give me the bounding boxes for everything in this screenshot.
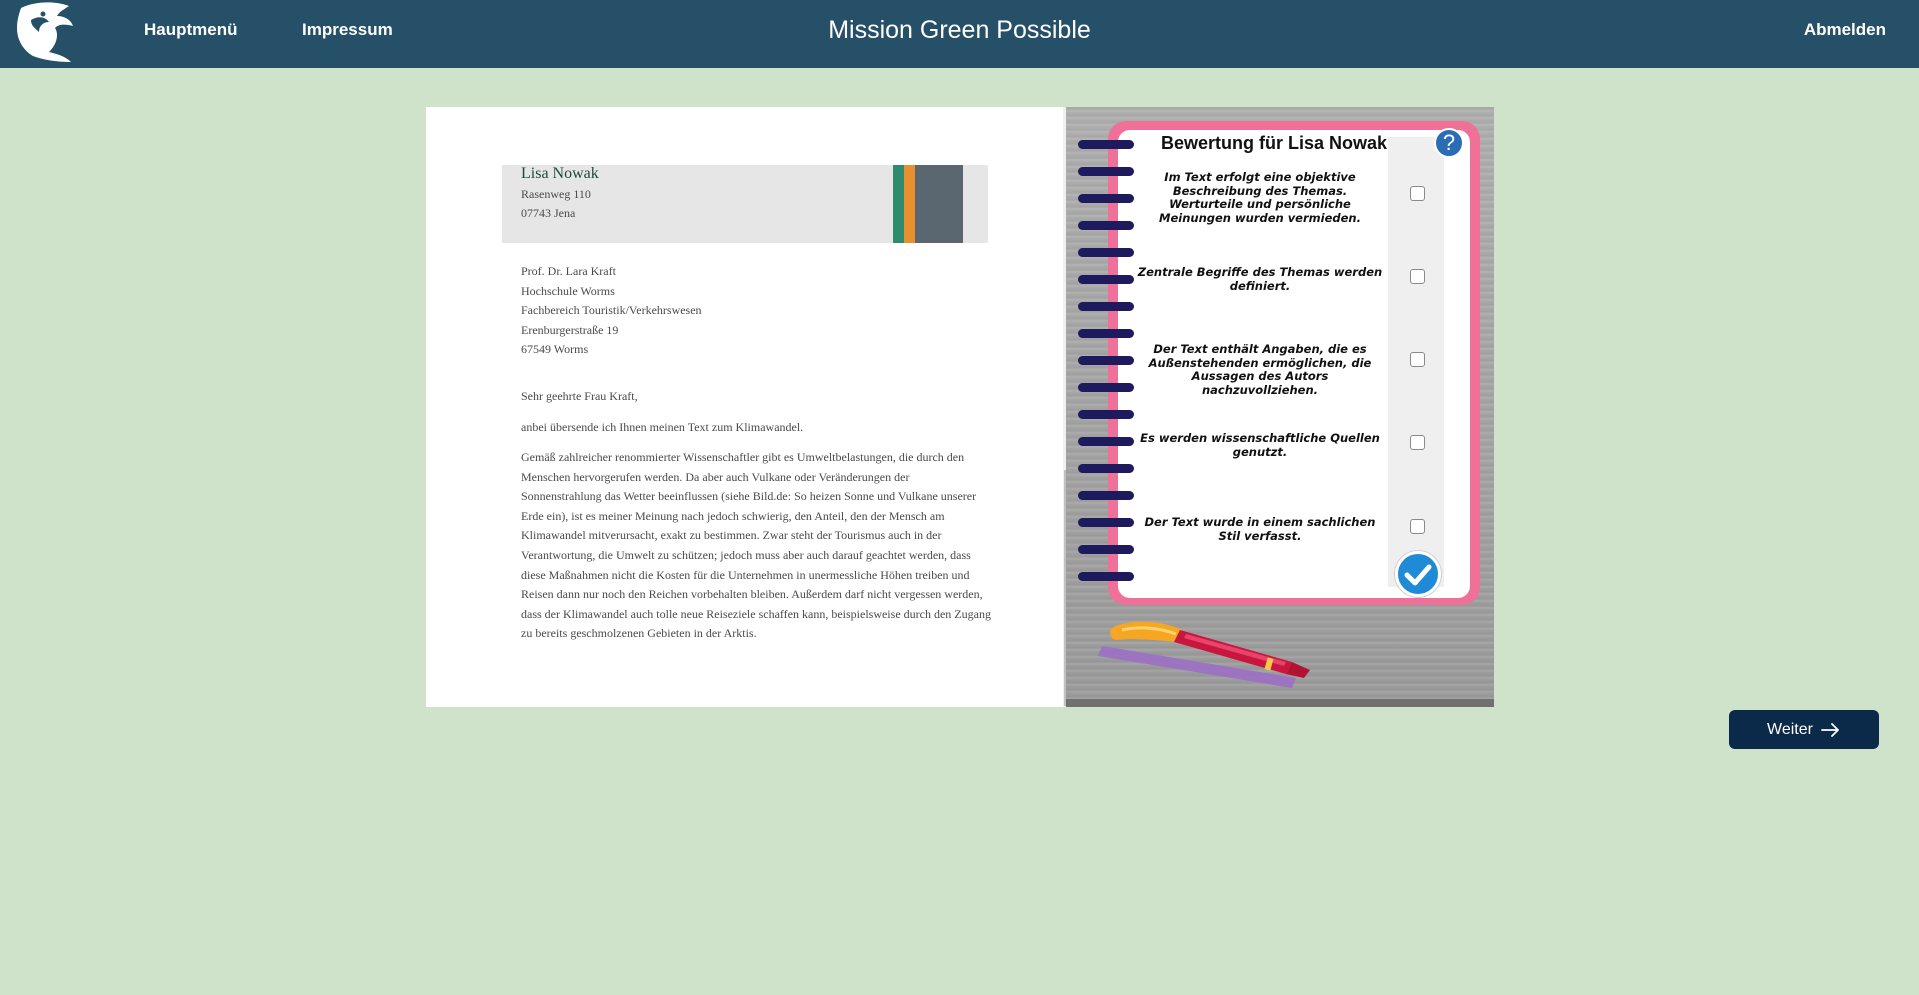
submit-check-button[interactable] (1395, 551, 1441, 597)
spiral-ring (1078, 356, 1134, 365)
criterion-3-text: Der Text enthält Angaben, die es Außenst… (1148, 342, 1372, 397)
evaluation-panel: Bewertung für Lisa Nowak ? Im Text erfol… (1066, 107, 1494, 707)
recipient-institution: Hochschule Worms (521, 283, 615, 298)
criterion-4-checkbox[interactable] (1410, 435, 1425, 450)
sender-city: 07743 Jena (521, 206, 576, 220)
recipient-city: 67549 Worms (521, 342, 589, 356)
sender-street: Rasenweg 110 (521, 187, 591, 201)
letter-panel: Lisa Nowak Rasenweg 110 07743 Jena Prof.… (426, 107, 1066, 707)
criterion-5-checkbox[interactable] (1410, 519, 1425, 534)
spiral-ring (1078, 410, 1134, 419)
spiral-ring (1078, 518, 1134, 527)
spiral-ring (1078, 383, 1134, 392)
criterion-5-text: Der Text wurde in einem sachlichen Stil … (1144, 515, 1376, 543)
spiral-ring (1078, 194, 1134, 203)
check-icon (1404, 564, 1432, 586)
arrow-right-icon (1821, 722, 1839, 737)
navbar: Hauptmenü Impressum Mission Green Possib… (0, 0, 1919, 68)
spiral-ring (1078, 545, 1134, 554)
criterion-1-text: Im Text erfolgt eine objektive Beschreib… (1159, 170, 1361, 225)
spiral-ring (1078, 572, 1134, 581)
evaluation-title: Bewertung für Lisa Nowak (1160, 133, 1388, 153)
criterion-2-checkbox[interactable] (1410, 269, 1425, 284)
decor-stripe-orange (904, 165, 915, 243)
sender-name: Lisa Nowak (521, 165, 599, 182)
criterion-3-checkbox[interactable] (1410, 352, 1425, 367)
spiral-ring (1078, 248, 1134, 257)
spiral-ring (1078, 464, 1134, 473)
recipient-department: Fachbereich Touristik/Verkehrswesen (521, 303, 702, 317)
letter-body: Gemäß zahlreicher renommierter Wissensch… (521, 450, 991, 641)
spiral-ring (1078, 221, 1134, 230)
criterion-4-text: Es werden wissenschaftliche Quellen genu… (1140, 431, 1380, 459)
help-icon[interactable]: ? (1434, 128, 1464, 158)
decor-stripe-green (893, 165, 904, 243)
spiral-ring (1078, 329, 1134, 338)
spiral-ring (1078, 437, 1134, 446)
recipient-name: Prof. Dr. Lara Kraft (521, 264, 616, 278)
spiral-ring (1078, 491, 1134, 500)
next-button[interactable]: Weiter (1729, 710, 1879, 749)
letter-intro: anbei übersende ich Ihnen meinen Text zu… (521, 420, 804, 434)
pen-illustration-icon (1096, 612, 1336, 692)
spiral-ring (1078, 167, 1134, 176)
decor-stripe-gray (915, 165, 963, 243)
recipient-street: Erenburgerstraße 19 (521, 322, 619, 337)
app-title: Mission Green Possible (828, 16, 1091, 44)
panel-bottom-edge (1066, 699, 1494, 707)
criterion-2-text: Zentrale Begriffe des Themas werden defi… (1137, 265, 1383, 293)
letter-salutation: Sehr geehrte Frau Kraft, (521, 389, 638, 403)
spiral-ring (1078, 275, 1134, 284)
nav-logout-link[interactable]: Abmelden (1804, 20, 1886, 40)
criterion-1-checkbox[interactable] (1410, 186, 1425, 201)
spiral-ring (1078, 302, 1134, 311)
next-button-label: Weiter (1767, 720, 1813, 738)
